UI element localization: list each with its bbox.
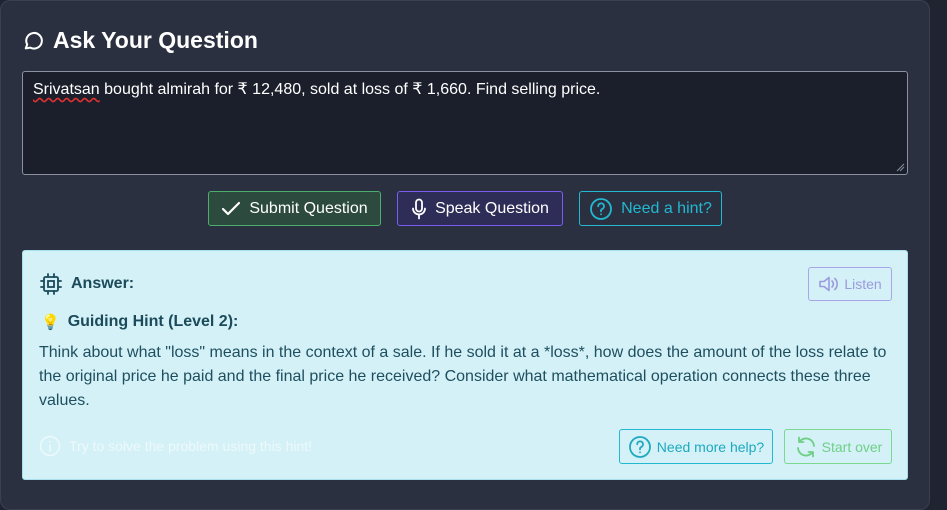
question-circle-icon: [628, 435, 651, 458]
submit-question-button[interactable]: Submit Question: [208, 191, 381, 226]
question-circle-icon: [590, 197, 613, 220]
need-more-help-button[interactable]: Need more help?: [619, 429, 773, 464]
hint-footer-note: Try to solve the problem using this hint…: [39, 435, 312, 457]
misspelled-word: Srivatsan: [33, 81, 100, 98]
question-panel: Ask Your Question Srivatsan bought almir…: [0, 0, 930, 510]
start-over-button[interactable]: Start over: [784, 429, 892, 464]
hint-footer-text: Try to solve the problem using this hint…: [69, 438, 313, 454]
resize-grip-icon[interactable]: [896, 163, 905, 172]
answer-label: Answer:: [71, 275, 135, 292]
listen-label: Listen: [844, 276, 882, 292]
question-text: bought almirah for ₹ 12,480, sold at los…: [99, 81, 601, 98]
speaker-icon: [819, 276, 839, 292]
question-input[interactable]: Srivatsan bought almirah for ₹ 12,480, s…: [22, 71, 908, 175]
answer-card: Answer: Listen 💡 Guiding Hint (Level 2):…: [22, 250, 908, 480]
answer-header: Answer:: [39, 272, 134, 296]
page-title: Ask Your Question: [53, 27, 258, 53]
refresh-icon: [796, 436, 815, 457]
listen-button[interactable]: Listen: [808, 267, 892, 301]
lightbulb-icon: 💡: [41, 314, 60, 331]
start-over-label: Start over: [821, 438, 883, 455]
info-icon: [39, 435, 61, 457]
need-more-help-label: Need more help?: [656, 438, 765, 455]
speak-question-button[interactable]: Speak Question: [397, 191, 563, 226]
speak-question-label: Speak Question: [435, 199, 549, 217]
chat-bubble-icon: [23, 30, 45, 52]
need-hint-button[interactable]: Need a hint?: [579, 191, 722, 226]
panel-heading: Ask Your Question: [23, 27, 258, 54]
need-hint-label: Need a hint?: [621, 199, 712, 217]
hint-heading: 💡 Guiding Hint (Level 2):: [41, 313, 238, 331]
hint-text: Think about what "loss" means in the con…: [39, 344, 887, 409]
microphone-icon: [412, 198, 426, 219]
hint-title: Guiding Hint (Level 2):: [67, 313, 239, 330]
cpu-chip-icon: [40, 273, 62, 295]
submit-question-label: Submit Question: [249, 199, 368, 217]
check-icon: [222, 201, 241, 215]
